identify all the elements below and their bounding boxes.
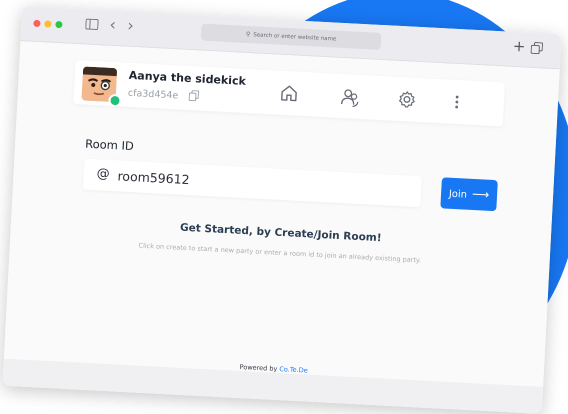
browser-window: ‹ › ⚲ Search or enter website name + Aan… xyxy=(2,6,562,414)
forward-button[interactable]: › xyxy=(127,16,134,35)
address-placeholder: Search or enter website name xyxy=(253,32,337,43)
room-id-label: Room ID xyxy=(84,136,135,154)
minimize-window-button[interactable] xyxy=(44,20,52,28)
sidebar-toggle-icon[interactable] xyxy=(85,18,99,34)
brand-link[interactable]: Co.Te.De xyxy=(279,365,308,374)
settings-icon[interactable] xyxy=(397,90,416,113)
maximize-window-button[interactable] xyxy=(55,20,63,29)
copy-icon[interactable] xyxy=(188,90,200,105)
user-id: cfa3d454e xyxy=(127,87,179,102)
user-header: Aanya the sidekick cfa3d454e xyxy=(73,59,505,127)
home-icon[interactable] xyxy=(279,84,298,107)
join-button[interactable]: Join ⟶ xyxy=(440,177,498,212)
arrow-right-icon: ⟶ xyxy=(471,186,490,202)
users-icon[interactable] xyxy=(339,87,360,112)
address-bar[interactable]: ⚲ Search or enter website name xyxy=(200,23,382,50)
new-tab-button[interactable]: + xyxy=(512,37,526,56)
join-label: Join xyxy=(448,188,468,201)
tabs-overview-icon[interactable] xyxy=(530,42,544,59)
close-window-button[interactable] xyxy=(33,19,41,28)
page-content: Aanya the sidekick cfa3d454e Room ID @ r… xyxy=(2,41,560,414)
online-status-indicator xyxy=(108,93,122,108)
username: Aanya the sidekick xyxy=(128,68,247,88)
room-id-input[interactable]: @ room59612 xyxy=(82,158,422,208)
room-id-value[interactable]: room59612 xyxy=(117,168,190,187)
at-prefix: @ xyxy=(96,166,111,182)
more-options-icon[interactable] xyxy=(453,93,460,115)
back-button[interactable]: ‹ xyxy=(109,15,116,34)
search-icon: ⚲ xyxy=(245,30,251,39)
